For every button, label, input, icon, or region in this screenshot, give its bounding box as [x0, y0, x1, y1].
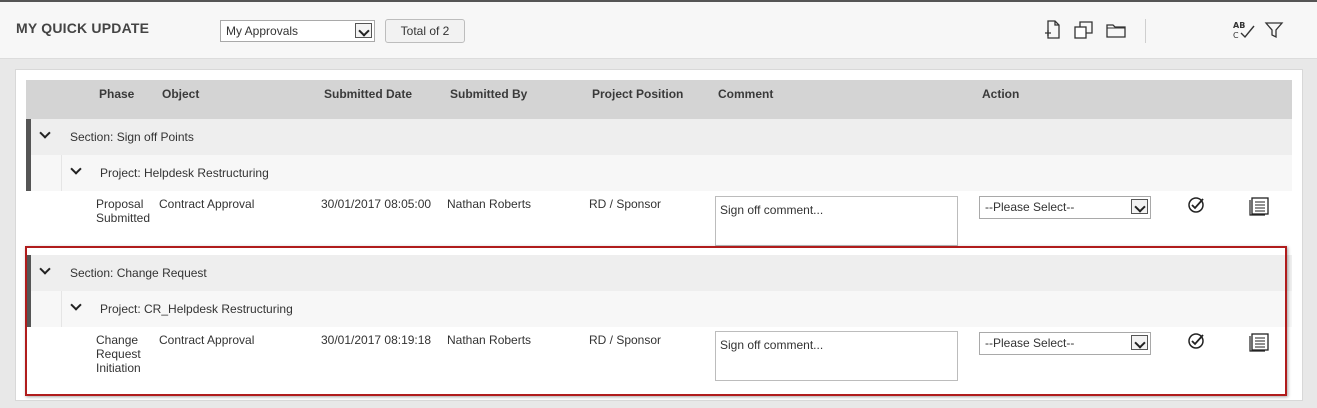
- toolbar-divider: [1145, 19, 1146, 43]
- view-select-value: My Approvals: [226, 24, 299, 38]
- object-cell: Contract Approval: [159, 197, 255, 211]
- new-document-icon[interactable]: [1041, 18, 1065, 42]
- svg-text:C: C: [1233, 31, 1239, 40]
- details-list-icon[interactable]: [1248, 196, 1270, 216]
- grid-header: Phase Object Submitted Date Submitted By…: [26, 80, 1292, 120]
- submitted-date-cell: 30/01/2017 08:05:00: [321, 197, 432, 211]
- collapse-section-icon[interactable]: [39, 127, 51, 139]
- column-submitted-by[interactable]: Submitted By: [450, 87, 527, 101]
- phase-line: Submitted: [96, 211, 151, 225]
- highlight-box: [25, 246, 1287, 396]
- spell-check-icon[interactable]: AB C: [1232, 18, 1256, 42]
- project-position-cell: RD / Sponsor: [589, 197, 662, 211]
- page-header: MY QUICK UPDATE My Approvals Total of 2 …: [0, 2, 1317, 59]
- svg-text:AB: AB: [1233, 21, 1245, 30]
- total-count-button[interactable]: Total of 2: [385, 19, 465, 43]
- action-select[interactable]: --Please Select--: [979, 196, 1151, 219]
- project-row: Project: Helpdesk Restructuring: [26, 155, 1292, 191]
- copy-icon[interactable]: [1072, 18, 1096, 42]
- chevron-down-icon: [355, 23, 372, 38]
- column-submitted-date[interactable]: Submitted Date: [324, 87, 412, 101]
- column-project-position[interactable]: Project Position: [592, 87, 683, 101]
- comment-input[interactable]: Sign off comment...: [715, 196, 958, 246]
- column-object[interactable]: Object: [162, 87, 199, 101]
- project-label: Project: Helpdesk Restructuring: [100, 166, 269, 180]
- divider: [61, 155, 62, 191]
- section-row: Section: Sign off Points: [26, 119, 1292, 155]
- submitted-by-cell: Nathan Roberts: [447, 197, 532, 211]
- table-row: Proposal Submitted Contract Approval 30/…: [26, 191, 1292, 246]
- phase-cell: Proposal Submitted: [96, 197, 150, 225]
- collapse-project-icon[interactable]: [70, 163, 82, 175]
- section-label: Section: Sign off Points: [70, 130, 194, 144]
- column-action[interactable]: Action: [982, 87, 1019, 101]
- filter-icon[interactable]: [1262, 18, 1286, 42]
- chevron-down-icon: [1131, 199, 1148, 214]
- column-comment[interactable]: Comment: [718, 87, 773, 101]
- approve-check-icon[interactable]: [1187, 196, 1205, 214]
- view-select[interactable]: My Approvals: [220, 20, 375, 42]
- column-phase[interactable]: Phase: [99, 87, 134, 101]
- action-select-value: --Please Select--: [985, 200, 1075, 214]
- phase-line: Proposal: [96, 197, 144, 211]
- page-title: MY QUICK UPDATE: [16, 20, 150, 36]
- folder-icon[interactable]: [1104, 18, 1128, 42]
